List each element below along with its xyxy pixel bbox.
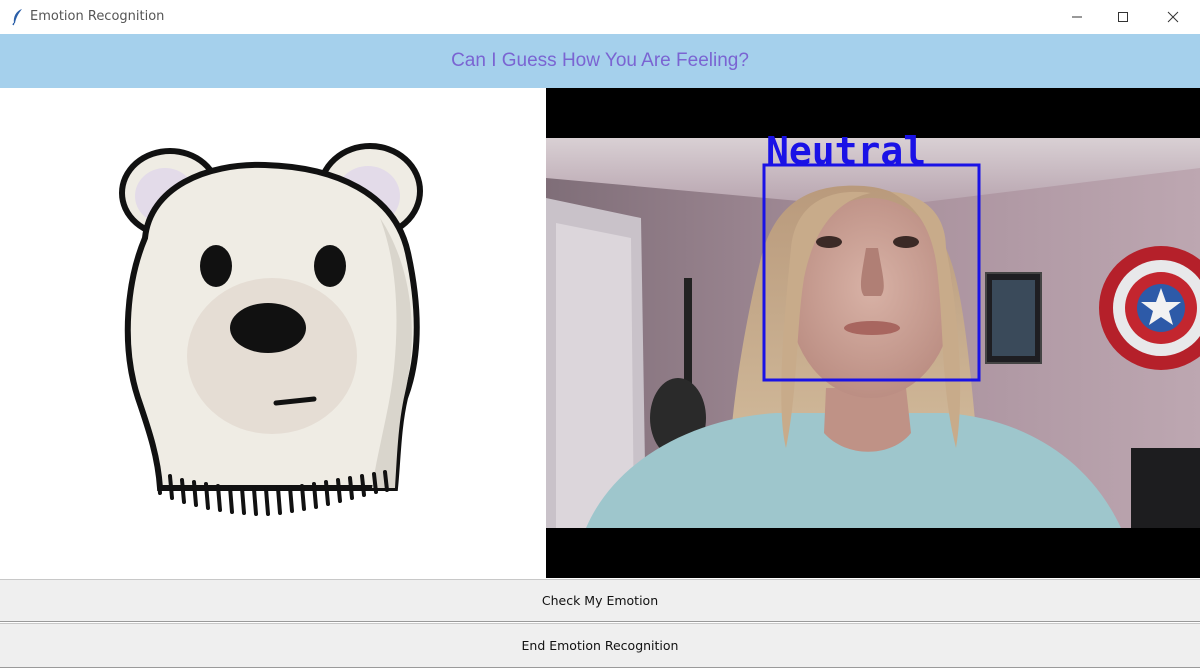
header-title: Can I Guess How You Are Feeling? [451,50,749,71]
emotion-label: Neutral [766,129,926,173]
header-banner: Can I Guess How You Are Feeling? [0,34,1200,88]
window-title: Emotion Recognition [30,9,165,24]
close-icon [1167,11,1179,23]
end-recognition-button[interactable]: End Emotion Recognition [0,623,1200,668]
maximize-icon [1117,11,1129,23]
feather-icon [10,8,26,26]
minimize-button[interactable] [1054,0,1100,34]
title-bar: Emotion Recognition [0,0,1200,35]
webcam-feed: Neutral [546,88,1200,578]
check-emotion-label: Check My Emotion [541,593,659,608]
app-window: Emotion Recognition Can I Guess How You … [0,0,1200,668]
check-emotion-button[interactable]: Check My Emotion [0,579,1200,622]
maximize-button[interactable] [1100,0,1146,34]
close-button[interactable] [1150,0,1196,34]
emoji-panel [0,88,546,578]
neutral-bear-icon [119,143,423,516]
end-recognition-label: End Emotion Recognition [521,638,679,653]
minimize-icon [1071,11,1083,23]
